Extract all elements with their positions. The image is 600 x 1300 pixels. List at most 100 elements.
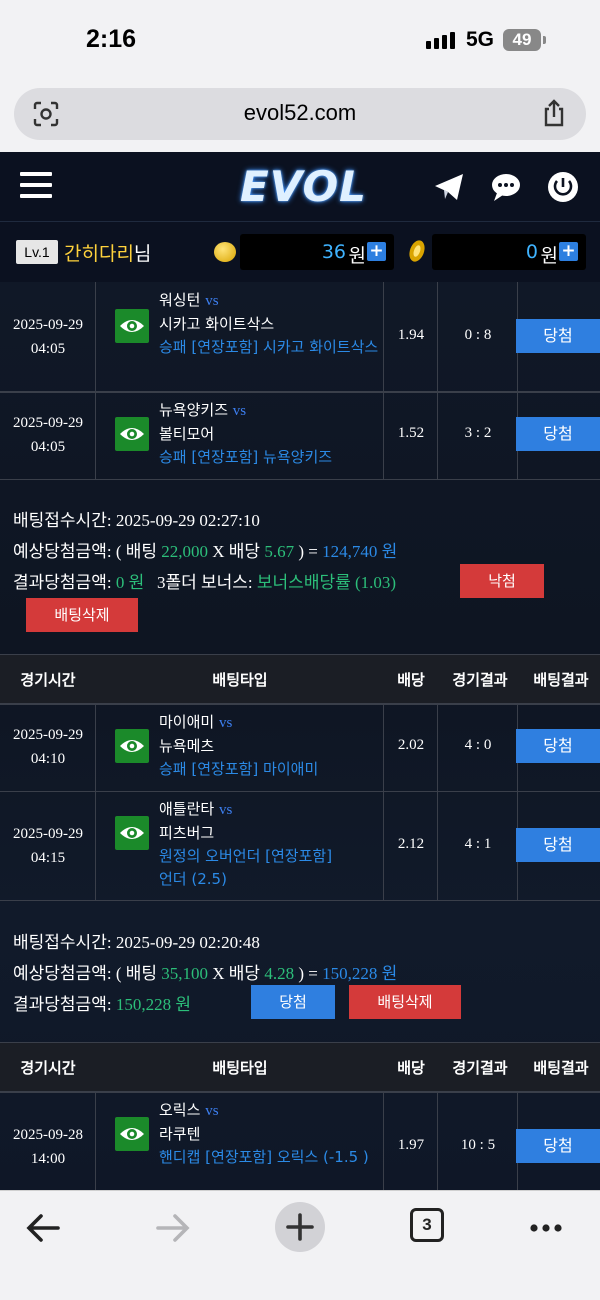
col-bet-result: 배팅결과	[533, 671, 589, 689]
username: 간히다리님	[64, 239, 151, 266]
chat-icon[interactable]	[489, 170, 523, 204]
game-date: 2025-09-28 14:00	[13, 1127, 83, 1167]
vs-label: vs	[205, 1103, 219, 1119]
power-icon[interactable]	[546, 170, 580, 204]
result-amount-line: 결과당첨금액: 0 원 3폴더 보너스: 보너스배당률 (1.03)	[13, 573, 397, 592]
team-away: 피츠버그	[159, 824, 215, 842]
match-info: 뉴욕양키즈 vs 볼티모어 승패 [연장포함] 뉴욕양키즈	[159, 399, 379, 469]
expected-amount-line: 예상당첨금액: ( 배팅 35,100 X 배당 4.28 ) = 150,22…	[13, 964, 398, 983]
vs-label: vs	[232, 403, 247, 419]
win-status-button[interactable]: 당첨	[516, 417, 600, 451]
odds-value: 1.94	[397, 327, 425, 343]
username-suffix: 님	[133, 243, 152, 265]
status-bar: 2:16 5G 49	[0, 0, 600, 80]
accept-time-line: 배팅접수시간: 2025-09-29 02:20:48	[13, 933, 260, 952]
browser-bottom-bar: 3	[0, 1190, 600, 1300]
view-eye-icon[interactable]	[115, 1117, 149, 1151]
bet-selection: 승패 [연장포함] 시카고 화이트삭스	[159, 338, 379, 356]
col-odds: 배당	[397, 671, 425, 689]
forward-arrow-icon[interactable]	[150, 1206, 194, 1250]
add-balance-button[interactable]: +	[367, 242, 386, 261]
balance-box: 36 원 +	[240, 234, 394, 270]
table-header: 경기시간 배팅타입 배당 경기결과 배팅결과	[0, 654, 600, 704]
team-home: 워싱턴	[159, 291, 201, 309]
score-value: 3 : 2	[464, 425, 492, 441]
score-value: 4 : 0	[464, 737, 492, 753]
lose-status-button[interactable]: 낙첨	[460, 564, 544, 598]
team-home: 애틀란타	[159, 800, 215, 818]
odds-value: 2.12	[397, 836, 425, 852]
expected-amount-line: 예상당첨금액: ( 배팅 22,000 X 배당 5.67 ) = 124,74…	[13, 542, 398, 561]
signal-icon	[426, 32, 455, 49]
bet-history: 2025-09-29 04:05 워싱턴 vs 시카고 화이트삭스 승패 [연장포…	[0, 282, 600, 1190]
table-row: 2025-09-29 04:05 워싱턴 vs 시카고 화이트삭스 승패 [연장포…	[0, 282, 600, 392]
match-info: 오릭스 vs 라쿠텐 핸디캡 [연장포함] 오릭스 (-1.5 )	[159, 1099, 379, 1169]
username-text: 간히다리	[64, 243, 134, 265]
result-amount-line: 결과당첨금액: 150,228 원	[13, 995, 191, 1014]
team-away: 시카고 화이트삭스	[159, 315, 275, 333]
view-eye-icon[interactable]	[115, 816, 149, 850]
win-status-button[interactable]: 당첨	[516, 729, 600, 763]
score-value: 10 : 5	[460, 1137, 496, 1153]
col-result: 경기결과	[452, 1059, 508, 1077]
vs-label: vs	[218, 802, 233, 818]
accept-time-line: 배팅접수시간: 2025-09-29 02:27:10	[13, 511, 260, 530]
win-status-button[interactable]: 당첨	[516, 1129, 600, 1163]
team-away: 뉴욕메츠	[159, 737, 215, 755]
level-badge: Lv.1	[16, 240, 58, 264]
score-value: 0 : 8	[464, 327, 492, 343]
bet-selection: 승패 [연장포함] 마이애미	[159, 760, 319, 778]
view-eye-icon[interactable]	[115, 309, 149, 343]
battery-icon: 49	[503, 29, 546, 51]
points-box: 0 원 +	[432, 234, 586, 270]
coin-icon	[214, 242, 236, 262]
bet-selection: 핸디캡 [연장포함] 오릭스 (-1.5 )	[159, 1148, 369, 1166]
table-header: 경기시간 배팅타입 배당 경기결과 배팅결과	[0, 1042, 600, 1092]
address-bar[interactable]: evol52.com	[14, 88, 586, 140]
site-logo[interactable]: EVOL	[240, 162, 367, 211]
bet-selection: 승패 [연장포함] 뉴욕양키즈	[159, 448, 333, 466]
table-row: 2025-09-29 04:15 애틀란타 vs 피츠버그 원정의 오버언더 [연…	[0, 791, 600, 901]
view-eye-icon[interactable]	[115, 417, 149, 451]
url-text[interactable]: evol52.com	[14, 100, 586, 126]
delete-bet-button[interactable]: 배팅삭제	[26, 598, 138, 632]
odds-value: 2.02	[397, 737, 425, 753]
team-home: 오릭스	[159, 1101, 201, 1119]
vs-label: vs	[205, 293, 219, 309]
network-type: 5G	[466, 28, 495, 51]
telegram-icon[interactable]	[432, 170, 466, 204]
view-eye-icon[interactable]	[115, 729, 149, 763]
team-away: 라쿠텐	[159, 1125, 201, 1143]
match-info: 마이애미 vs 뉴욕메츠 승패 [연장포함] 마이애미	[159, 711, 379, 781]
delete-bet-button[interactable]: 배팅삭제	[349, 985, 461, 1019]
tabs-icon[interactable]: 3	[410, 1208, 444, 1242]
win-status-button[interactable]: 당첨	[516, 319, 600, 353]
points-unit: 원	[540, 245, 558, 267]
vs-label: vs	[218, 715, 233, 731]
match-info: 워싱턴 vs 시카고 화이트삭스 승패 [연장포함] 시카고 화이트삭스	[159, 289, 379, 359]
team-home: 마이애미	[159, 713, 215, 731]
new-tab-icon[interactable]	[274, 1201, 326, 1253]
game-date: 2025-09-29 04:05	[13, 415, 83, 455]
table-row: 2025-09-28 14:00 오릭스 vs 라쿠텐 핸디캡 [연장포함] 오릭…	[0, 1092, 600, 1190]
more-options-icon[interactable]	[524, 1206, 568, 1250]
add-points-button[interactable]: +	[559, 242, 578, 261]
col-time: 경기시간	[20, 1059, 76, 1077]
share-icon[interactable]	[540, 98, 568, 128]
points-value: 0	[525, 241, 538, 263]
team-home: 뉴욕양키즈	[159, 401, 229, 419]
game-date: 2025-09-29 04:05	[13, 317, 83, 357]
balance-value: 36	[321, 241, 346, 263]
table-row: 2025-09-29 04:05 뉴욕양키즈 vs 볼티모어 승패 [연장포함] …	[0, 392, 600, 480]
hamburger-menu-icon[interactable]	[20, 172, 52, 200]
win-status-button[interactable]: 당첨	[516, 828, 600, 862]
balance-unit: 원	[348, 245, 366, 267]
user-info-bar: Lv.1 간히다리님 36 원 + 0 원 +	[0, 222, 600, 282]
score-value: 4 : 1	[464, 836, 492, 852]
table-row: 2025-09-29 04:10 마이애미 vs 뉴욕메츠 승패 [연장포함] 마…	[0, 704, 600, 792]
col-result: 경기결과	[452, 671, 508, 689]
browser-toolbar: evol52.com	[0, 80, 600, 152]
col-type: 배팅타입	[212, 671, 268, 689]
win-status-button[interactable]: 당첨	[251, 985, 335, 1019]
back-arrow-icon[interactable]	[22, 1206, 66, 1250]
